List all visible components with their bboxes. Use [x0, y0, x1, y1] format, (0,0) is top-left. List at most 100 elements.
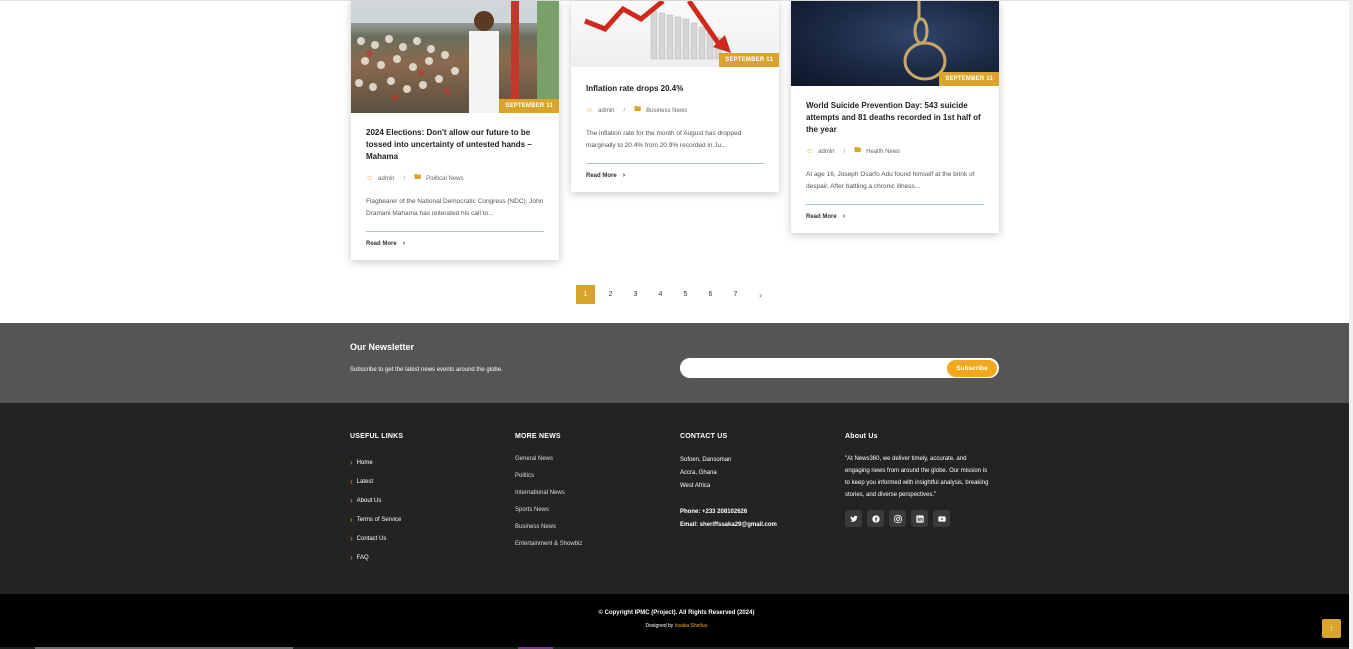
footer-link-label: FAQ — [356, 554, 369, 561]
chevron-right-icon: › — [350, 477, 353, 486]
footer-link-label: Terms of Service — [356, 516, 402, 523]
pagination: 1 2 3 4 5 6 7 › — [576, 285, 770, 304]
author-link[interactable]: admin — [598, 108, 614, 114]
card-divider — [806, 204, 984, 205]
contact-title: CONTACT US — [680, 433, 728, 440]
youtube-icon[interactable] — [933, 510, 950, 527]
twitter-icon[interactable] — [845, 510, 862, 527]
category-link[interactable]: Health News — [866, 149, 900, 155]
footer-link-label: Contact Us — [356, 535, 387, 542]
chevron-right-icon: › — [402, 240, 406, 247]
page-link-4[interactable]: 4 — [651, 285, 670, 304]
page-link-7[interactable]: 7 — [726, 285, 745, 304]
read-more-link[interactable]: Read More › — [366, 240, 544, 247]
arrow-up-icon: ↑ — [1329, 624, 1334, 633]
more-news-column: MORE NEWS General News Politics Internat… — [515, 433, 582, 552]
category-link[interactable]: Business News — [646, 108, 687, 114]
page-link-5[interactable]: 5 — [676, 285, 695, 304]
about-title: About Us — [845, 433, 878, 440]
date-badge: SEPTEMBER 11 — [939, 72, 999, 86]
facebook-icon[interactable] — [867, 510, 884, 527]
card-image[interactable]: SEPTEMBER 11 — [791, 1, 999, 86]
news-card: M SEPTEMBER 11 2024 Elections: Don't all… — [351, 1, 559, 260]
linkedin-icon[interactable] — [911, 510, 928, 527]
address-line: West Africa — [680, 483, 711, 489]
card-meta: ☺ admin / 🖿 Business News — [586, 105, 764, 116]
instagram-icon[interactable] — [889, 510, 906, 527]
site-footer: USEFUL LINKS › Home › Latest › About Us › Te… — [0, 403, 1353, 594]
chevron-right-icon: › — [350, 515, 353, 524]
card-meta: ☺ admin / 🖿 Political News — [366, 173, 544, 184]
subscribe-button[interactable]: Subscribe — [947, 360, 997, 377]
card-title[interactable]: 2024 Elections: Don't allow our future t… — [366, 127, 544, 163]
more-news-link[interactable]: Business News — [515, 518, 582, 535]
category-link[interactable]: Political News — [426, 176, 463, 182]
footer-link-latest[interactable]: › Latest — [350, 472, 403, 491]
folder-icon: 🖿 — [634, 106, 642, 113]
page-link-1[interactable]: 1 — [576, 285, 595, 304]
footer-link-contact[interactable]: › Contact Us — [350, 529, 403, 548]
card-title[interactable]: Inflation rate drops 20.4% — [586, 83, 764, 95]
meta-separator: / — [843, 148, 846, 155]
more-news-link[interactable]: International News — [515, 484, 582, 501]
more-news-title: MORE NEWS — [515, 433, 561, 440]
footer-link-label: Home — [356, 459, 373, 466]
designed-by: Designed by Issaka Sheifuu — [0, 623, 1353, 629]
chevron-right-icon: › — [350, 496, 353, 505]
about-text: "At News360, we deliver timely, accurate… — [845, 456, 989, 498]
meta-separator: / — [403, 175, 406, 182]
user-icon: ☺ — [366, 175, 374, 182]
crowd-photo: M — [351, 1, 559, 113]
chevron-right-icon: › — [350, 458, 353, 467]
footer-link-faq[interactable]: › FAQ — [350, 548, 403, 567]
back-to-top-button[interactable]: ↑ — [1322, 619, 1341, 638]
news-card: SEPTEMBER 11 Inflation rate drops 20.4% … — [571, 1, 779, 192]
contact-email[interactable]: Email: sheriffssaka29@gmail.com — [680, 519, 777, 532]
newsletter-subtitle: Subscribe to get the latest news events … — [350, 367, 503, 373]
footer-link-home[interactable]: › Home — [350, 453, 403, 472]
user-icon: ☺ — [806, 148, 814, 155]
chevron-right-icon: › — [350, 534, 353, 543]
more-news-link[interactable]: Sports News — [515, 501, 582, 518]
newsletter-section: Our Newsletter Subscribe to get the late… — [0, 323, 1353, 403]
copyright-text: © Copyright IPMC (Project). All Rights R… — [598, 610, 755, 616]
newsletter-email-input[interactable] — [691, 362, 946, 375]
footer-link-about[interactable]: › About Us — [350, 491, 403, 510]
folder-icon: 🖿 — [854, 147, 862, 154]
useful-links-column: USEFUL LINKS › Home › Latest › About Us › Te… — [350, 433, 403, 567]
more-news-link[interactable]: Politics — [515, 467, 582, 484]
read-more-link[interactable]: Read More › — [806, 213, 984, 220]
card-divider — [366, 231, 544, 232]
footer-link-label: About Us — [356, 497, 382, 504]
folder-icon: 🖿 — [414, 174, 422, 181]
read-more-label: Read More — [366, 240, 397, 247]
address-line: Sofoen, Dansoman — [680, 457, 732, 463]
designer-link[interactable]: Issaka Sheifuu — [675, 623, 708, 629]
more-news-link[interactable]: Entertainment & Showbiz — [515, 535, 582, 552]
more-news-link[interactable]: General News — [515, 450, 582, 467]
card-excerpt: The inflation rate for the month of Augu… — [586, 130, 742, 149]
meta-separator: / — [623, 107, 626, 114]
user-icon: ☺ — [586, 107, 594, 114]
page-link-3[interactable]: 3 — [626, 285, 645, 304]
card-image[interactable]: M SEPTEMBER 11 — [351, 1, 559, 113]
read-more-link[interactable]: Read More › — [586, 172, 764, 179]
card-image[interactable]: SEPTEMBER 11 — [571, 1, 779, 67]
author-link[interactable]: admin — [818, 149, 834, 155]
page-scrollbar[interactable] — [1349, 0, 1353, 649]
chevron-right-icon: › — [622, 172, 626, 179]
card-meta: ☺ admin / 🖿 Health News — [806, 146, 984, 157]
card-divider — [586, 163, 764, 164]
footer-link-terms[interactable]: › Terms of Service — [350, 510, 403, 529]
read-more-label: Read More — [586, 172, 617, 179]
contact-phone[interactable]: Phone: +233 208102626 — [680, 506, 777, 519]
author-link[interactable]: admin — [378, 176, 394, 182]
page-link-6[interactable]: 6 — [701, 285, 720, 304]
designed-by-label: Designed by — [645, 623, 674, 629]
chevron-right-icon[interactable]: › — [751, 285, 770, 304]
address-line: Accra, Ghana — [680, 470, 717, 476]
page-link-2[interactable]: 2 — [601, 285, 620, 304]
card-title[interactable]: World Suicide Prevention Day: 543 suicid… — [806, 100, 984, 136]
chevron-right-icon: › — [350, 553, 353, 562]
